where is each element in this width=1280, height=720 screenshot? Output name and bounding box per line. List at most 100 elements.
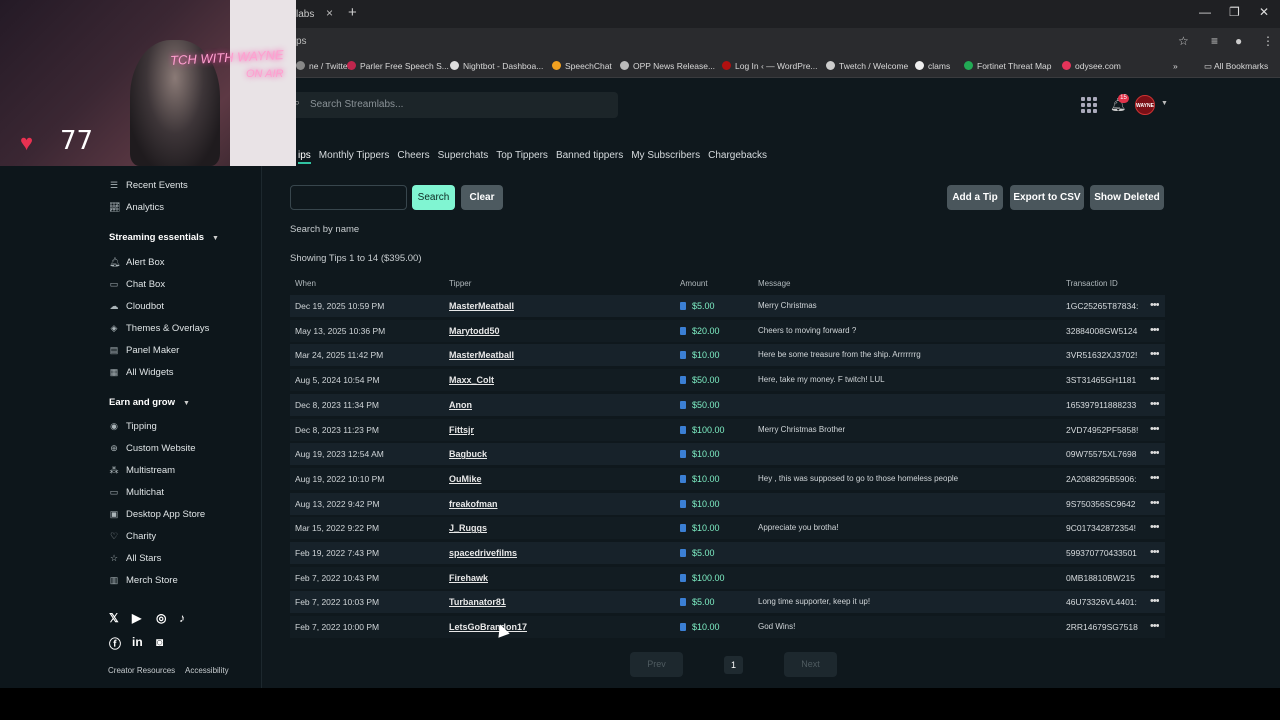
export-csv-button[interactable]: Export to CSV bbox=[1010, 185, 1084, 210]
bookmark-item[interactable]: Parler Free Speech S... bbox=[347, 61, 449, 71]
sidebar-item-desktop-app-store[interactable]: ▣ Desktop App Store bbox=[109, 509, 205, 520]
sidebar-item-all-widgets[interactable]: ▦ All Widgets bbox=[109, 367, 174, 378]
bookmark-item[interactable]: Twetch / Welcome bbox=[826, 61, 908, 71]
prev-page-button[interactable]: Prev bbox=[630, 652, 683, 677]
url-text[interactable]: ps bbox=[296, 36, 307, 47]
more-options-icon[interactable]: ••• bbox=[1150, 521, 1159, 533]
tab-ips[interactable]: ips bbox=[298, 150, 311, 164]
youtube-icon[interactable]: ▶ bbox=[132, 611, 141, 625]
bookmark-item[interactable]: SpeechChat bbox=[552, 61, 612, 71]
tab-cheers[interactable]: Cheers bbox=[397, 150, 429, 164]
creator-resources-link[interactable]: Creator Resources bbox=[108, 666, 175, 675]
page-number[interactable]: 1 bbox=[724, 656, 743, 674]
browser-tab[interactable]: labs bbox=[296, 4, 344, 28]
media-icon[interactable]: ≡ bbox=[1211, 34, 1218, 48]
sidebar-item-merch-store[interactable]: ▥ Merch Store bbox=[109, 575, 178, 586]
bookmark-item[interactable]: odysee.com bbox=[1062, 61, 1121, 71]
sidebar-item-panel-maker[interactable]: ▤ Panel Maker bbox=[109, 345, 180, 356]
profile-icon[interactable]: ● bbox=[1235, 34, 1242, 48]
tipper-link[interactable]: Maxx_Colt bbox=[449, 375, 494, 385]
chart-icon: 📈︎ bbox=[109, 202, 121, 212]
bookmark-item[interactable]: clams bbox=[915, 61, 950, 71]
tiktok-icon[interactable]: ♪ bbox=[179, 611, 185, 625]
star-icon[interactable]: ☆ bbox=[1178, 34, 1189, 48]
next-page-button[interactable]: Next bbox=[784, 652, 837, 677]
more-options-icon[interactable]: ••• bbox=[1150, 373, 1159, 385]
more-options-icon[interactable]: ••• bbox=[1150, 620, 1159, 632]
sidebar-item-custom-website[interactable]: ⊕ Custom Website bbox=[109, 443, 195, 454]
facebook-icon[interactable]: ⓕ bbox=[109, 635, 121, 652]
sidebar-item-charity[interactable]: ♡ Charity bbox=[109, 531, 156, 542]
avatar[interactable]: WAYNE bbox=[1135, 95, 1155, 115]
tipper-link[interactable]: freakofman bbox=[449, 499, 498, 509]
more-options-icon[interactable]: ••• bbox=[1150, 348, 1159, 360]
tipper-link[interactable]: Marytodd50 bbox=[449, 326, 500, 336]
sidebar-item-chat-box[interactable]: ▭ Chat Box bbox=[109, 279, 165, 290]
tab-top-tippers[interactable]: Top Tippers bbox=[496, 150, 548, 164]
search-streamlabs-input[interactable]: ⌕ Search Streamlabs... bbox=[290, 92, 618, 118]
more-options-icon[interactable]: ••• bbox=[1150, 595, 1159, 607]
more-options-icon[interactable]: ••• bbox=[1150, 472, 1159, 484]
section-earn-and-grow[interactable]: Earn and grow ▼ bbox=[109, 397, 190, 408]
section-streaming-essentials[interactable]: Streaming essentials ▼ bbox=[109, 232, 219, 243]
show-deleted-button[interactable]: Show Deleted bbox=[1090, 185, 1164, 210]
sidebar-item-all-stars[interactable]: ☆ All Stars bbox=[109, 553, 161, 564]
bookmark-item[interactable]: Nightbot - Dashboa... bbox=[450, 61, 543, 71]
linkedin-icon[interactable]: in bbox=[132, 635, 143, 649]
more-options-icon[interactable]: ••• bbox=[1150, 398, 1159, 410]
tab-my-subscribers[interactable]: My Subscribers bbox=[631, 150, 700, 164]
sidebar-item-multistream[interactable]: ⁂ Multistream bbox=[109, 465, 176, 476]
more-options-icon[interactable]: ••• bbox=[1150, 546, 1159, 558]
tipper-link[interactable]: Turbanator81 bbox=[449, 597, 506, 607]
new-tab-icon[interactable]: + bbox=[348, 4, 357, 21]
restore-icon[interactable]: ❐ bbox=[1229, 5, 1240, 19]
tipper-link[interactable]: MasterMeatball bbox=[449, 350, 514, 360]
minimize-icon[interactable]: — bbox=[1199, 5, 1211, 19]
more-options-icon[interactable]: ••• bbox=[1150, 497, 1159, 509]
chevron-down-icon[interactable]: ▼ bbox=[1161, 100, 1168, 107]
tipper-link[interactable]: Bagbuck bbox=[449, 449, 487, 459]
close-tab-icon[interactable]: × bbox=[326, 6, 333, 20]
apps-grid-icon[interactable] bbox=[1081, 97, 1097, 113]
sidebar-item-tipping[interactable]: ◉ Tipping bbox=[109, 421, 157, 432]
tipper-link[interactable]: Fittsjr bbox=[449, 425, 474, 435]
tipper-name-input[interactable] bbox=[290, 185, 407, 210]
more-options-icon[interactable]: ••• bbox=[1150, 299, 1159, 311]
tab-chargebacks[interactable]: Chargebacks bbox=[708, 150, 767, 164]
tipper-link[interactable]: LetsGoBrandon17 bbox=[449, 622, 527, 632]
tipper-link[interactable]: J_Ruggs bbox=[449, 523, 487, 533]
tipper-link[interactable]: MasterMeatball bbox=[449, 301, 514, 311]
bookmark-item[interactable]: Log In ‹ — WordPre... bbox=[722, 61, 818, 71]
bookmark-item[interactable]: Fortinet Threat Map bbox=[964, 61, 1052, 71]
tipper-link[interactable]: Anon bbox=[449, 400, 472, 410]
more-options-icon[interactable]: ••• bbox=[1150, 423, 1159, 435]
tipper-link[interactable]: spacedrivefilms bbox=[449, 548, 517, 558]
more-bookmarks-icon[interactable]: » bbox=[1173, 61, 1178, 71]
tab-monthly-tippers[interactable]: Monthly Tippers bbox=[319, 150, 390, 164]
tipper-link[interactable]: OuMike bbox=[449, 474, 482, 484]
all-bookmarks[interactable]: ▭ All Bookmarks bbox=[1204, 61, 1268, 72]
sidebar-item-alert-box[interactable]: 🔔︎ Alert Box bbox=[109, 257, 165, 268]
tipper-link[interactable]: Firehawk bbox=[449, 573, 488, 583]
close-window-icon[interactable]: ✕ bbox=[1259, 5, 1269, 19]
bookmark-item[interactable]: ne / Twitter bbox=[296, 61, 350, 71]
instagram-icon[interactable]: ◎ bbox=[156, 611, 166, 625]
more-options-icon[interactable]: ••• bbox=[1150, 324, 1159, 336]
sidebar-item-multichat[interactable]: ▭ Multichat bbox=[109, 487, 164, 498]
sidebar-item-analytics[interactable]: 📈︎ Analytics bbox=[109, 202, 164, 213]
more-options-icon[interactable]: ••• bbox=[1150, 571, 1159, 583]
more-options-icon[interactable]: ••• bbox=[1150, 447, 1159, 459]
sidebar-item-themes-overlays[interactable]: ◈ Themes & Overlays bbox=[109, 323, 210, 334]
tab-banned-tippers[interactable]: Banned tippers bbox=[556, 150, 623, 164]
menu-dots-icon[interactable]: ⋮ bbox=[1262, 34, 1274, 48]
search-button[interactable]: Search bbox=[412, 185, 455, 210]
x-icon[interactable]: 𝕏 bbox=[109, 611, 119, 625]
clear-button[interactable]: Clear bbox=[461, 185, 503, 210]
tab-superchats[interactable]: Superchats bbox=[438, 150, 489, 164]
add-tip-button[interactable]: Add a Tip bbox=[947, 185, 1003, 210]
sidebar-item-recent-events[interactable]: ☰ Recent Events bbox=[109, 180, 188, 191]
accessibility-link[interactable]: Accessibility bbox=[185, 666, 229, 675]
bookmark-item[interactable]: OPP News Release... bbox=[620, 61, 715, 71]
sidebar-item-cloudbot[interactable]: ☁ Cloudbot bbox=[109, 301, 165, 312]
discord-icon[interactable]: ◙ bbox=[156, 635, 163, 649]
